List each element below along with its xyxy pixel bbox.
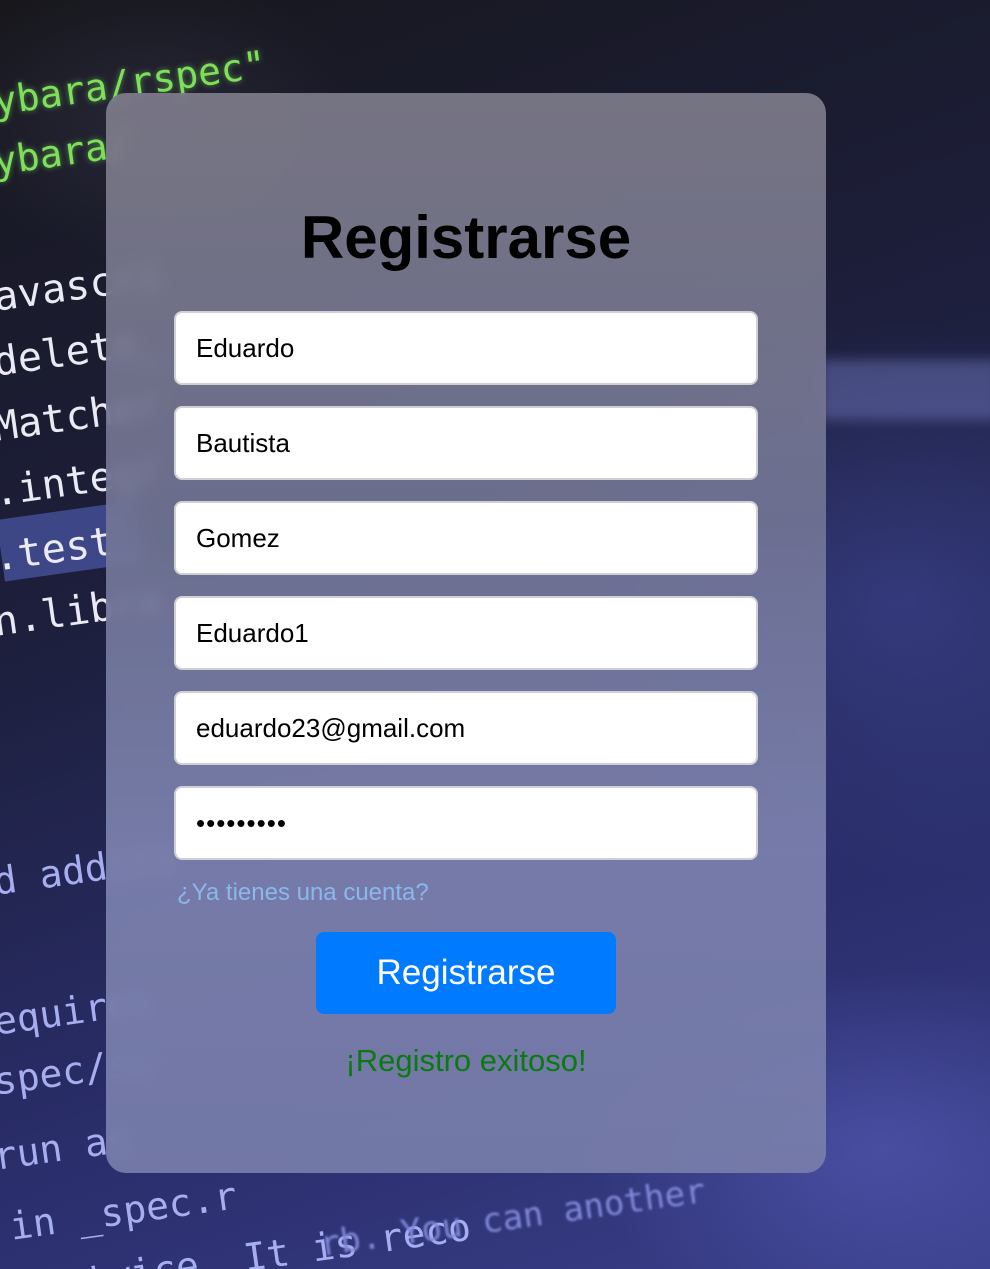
register-card: Registrarse ¿Ya tienes una cuenta? Regis… (106, 93, 826, 1173)
first-name-input[interactable] (174, 311, 758, 385)
form-title: Registrarse (300, 204, 632, 271)
background-glow (820, 360, 990, 420)
last-name-input[interactable] (174, 406, 758, 480)
second-last-name-input[interactable] (174, 501, 758, 575)
email-input[interactable] (174, 691, 758, 765)
username-input[interactable] (174, 596, 758, 670)
register-button[interactable]: Registrarse (316, 932, 616, 1014)
login-link[interactable]: ¿Ya tienes una cuenta? (177, 879, 429, 907)
code-line: in _spec.r (6, 1173, 240, 1249)
code-line: rb. You can another (317, 1171, 708, 1265)
password-input[interactable] (174, 786, 758, 860)
success-message: ¡Registro exitoso! (345, 1043, 587, 1078)
